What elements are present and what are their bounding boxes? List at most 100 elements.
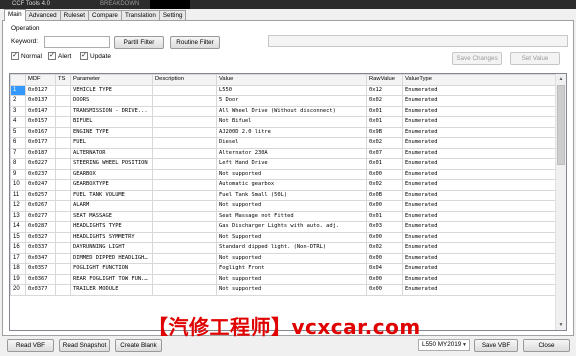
alert-checkbox[interactable]: ✓ Alert — [48, 52, 71, 60]
mdf-cell: 0x0357 — [25, 263, 56, 275]
ts-cell — [55, 158, 71, 170]
read-vbf-button[interactable]: Read VBF — [7, 339, 54, 352]
table-row[interactable]: 9 0x0237 GEARBOX Not supported 0x00 Enumerate… — [10, 168, 556, 180]
mdf-cell: 0x0367 — [25, 273, 56, 285]
ts-cell — [55, 242, 71, 254]
value-cell: Alternator 230A — [216, 147, 367, 159]
row-index: 8 — [10, 158, 26, 170]
parameter-cell: HEADLIGHTS TYPE — [70, 221, 153, 233]
mdf-cell: 0x0327 — [25, 231, 56, 243]
column-header[interactable]: Description — [152, 74, 217, 86]
column-header[interactable]: TS — [55, 74, 71, 86]
row-index: 15 — [10, 231, 26, 243]
table-row[interactable]: 6 0x0177 FUEL Diesel 0x02 Enumerated — [10, 137, 556, 149]
update-checkbox[interactable]: ✓ Update — [80, 52, 111, 60]
scroll-up-icon[interactable]: ▲ — [556, 74, 566, 84]
table-row[interactable]: 7 0x0187 ALTERNATOR Alternator 230A 0x07 Enum… — [10, 147, 556, 159]
value-cell: Not supported — [216, 200, 367, 212]
routine-filter-button[interactable]: Routine Filter — [170, 36, 220, 49]
table-row[interactable]: 12 0x0267 ALARM Not supported 0x00 Enumerated — [10, 200, 556, 212]
mdf-cell: 0x0147 — [25, 105, 56, 117]
value-type-cell: Enumerated — [402, 116, 556, 128]
row-index: 17 — [10, 252, 26, 264]
table-row[interactable]: 18 0x0357 FOGLIGHT FUNCTION Foglight Front 0… — [10, 263, 556, 275]
description-cell — [152, 116, 217, 128]
parameter-cell: TRAILER MODULE — [70, 284, 153, 296]
table-row[interactable]: 19 0x0367 REAR FOGLIGHT TOW FUN... Not supp… — [10, 273, 556, 285]
description-cell — [152, 179, 217, 191]
partial-filter-button[interactable]: PartII Filter — [114, 36, 164, 49]
create-blank-button[interactable]: Create Blank — [115, 339, 162, 352]
value-type-cell: Enumerated — [402, 105, 556, 117]
alert-check-icon: ✓ — [48, 52, 56, 60]
parameter-cell: ALARM — [70, 200, 153, 212]
value-cell: Not supported — [216, 284, 367, 296]
table-row[interactable]: 11 0x0257 FUEL TANK VOLUME Fuel Tank Small … — [10, 189, 556, 201]
raw-value-cell: 0x02 — [366, 137, 403, 149]
description-cell — [152, 95, 217, 107]
column-header[interactable]: Value — [216, 74, 367, 86]
column-header[interactable]: MDF — [25, 74, 56, 86]
table-row[interactable]: 1 0x0127 VEHICLE TYPE L550 0x12 Enumerated — [10, 84, 556, 96]
keyword-input[interactable] — [44, 36, 110, 48]
value-cell: Diesel — [216, 137, 367, 149]
value-cell: AJ200D 2.0 litre — [216, 126, 367, 138]
keyword-label: Keyword: — [11, 38, 39, 45]
table-row[interactable]: 14 0x0287 HEADLIGHTS TYPE Gas Discharger Li… — [10, 221, 556, 233]
column-header[interactable]: ValueType — [402, 74, 556, 86]
description-cell — [152, 242, 217, 254]
row-index: 16 — [10, 242, 26, 254]
vertical-scrollbar[interactable]: ▲ ▼ — [555, 74, 566, 330]
table-row[interactable]: 2 0x0137 DOORS 5 Door 0x02 Enumerated — [10, 95, 556, 107]
value-cell: Fuel Tank Small (50L) — [216, 189, 367, 201]
save-vbf-button[interactable]: Save VBF — [474, 339, 518, 352]
close-button[interactable]: Close — [523, 339, 570, 352]
ts-cell — [55, 284, 71, 296]
title-redaction — [150, 0, 190, 9]
model-select[interactable]: L550 MY2019 ▼ — [418, 339, 470, 351]
value-type-cell: Enumerated — [402, 263, 556, 275]
table-row[interactable]: 5 0x0167 ENGINE TYPE AJ200D 2.0 litre 0x9B En… — [10, 126, 556, 138]
tab-main[interactable]: Main — [4, 9, 26, 21]
column-header[interactable]: Parameter — [70, 74, 153, 86]
table-row[interactable]: 16 0x0337 DAYRUNNING LIGHT Standard dipped … — [10, 242, 556, 254]
parameter-cell: DOORS — [70, 95, 153, 107]
mdf-cell: 0x0347 — [25, 252, 56, 264]
column-header[interactable] — [10, 74, 26, 86]
description-cell — [152, 137, 217, 149]
scroll-thumb[interactable] — [557, 85, 565, 165]
mdf-cell: 0x0187 — [25, 147, 56, 159]
parameter-grid[interactable]: MDF TS Parameter Description Value RawVa… — [9, 73, 567, 331]
description-cell — [152, 231, 217, 243]
column-header[interactable]: RawValue — [366, 74, 403, 86]
value-type-cell: Enumerated — [402, 221, 556, 233]
scroll-down-icon[interactable]: ▼ — [556, 320, 566, 330]
raw-value-cell: 0x00 — [366, 252, 403, 264]
normal-checkbox[interactable]: ✓ Normal — [11, 52, 42, 60]
table-row[interactable]: 20 0x0377 TRAILER MODULE Not supported 0x00 E… — [10, 284, 556, 296]
row-index: 1 — [10, 84, 26, 96]
set-value-button[interactable]: Set Value — [510, 52, 560, 65]
parameter-cell: ALTERNATOR — [70, 147, 153, 159]
operation-label: Operation — [11, 25, 40, 32]
read-snapshot-button[interactable]: Read Snapshot — [59, 339, 110, 352]
table-row[interactable]: 15 0x0327 HEADLIGHTS SYMMETRY Not Supported… — [10, 231, 556, 243]
value-type-cell: Enumerated — [402, 273, 556, 285]
table-row[interactable]: 17 0x0347 DIMMED DIPPED HEADLIGHTS Not supp… — [10, 252, 556, 264]
save-changes-button[interactable]: Save Changes — [452, 52, 502, 65]
table-row[interactable]: 10 0x0247 GEARBOXTYPE Automatic gearbox 0x02… — [10, 179, 556, 191]
row-index: 3 — [10, 105, 26, 117]
table-row[interactable]: 4 0x0157 BIFUEL Not Bifuel 0x01 Enumerated — [10, 116, 556, 128]
table-row[interactable]: 13 0x0277 SEAT MASSAGE Seat Massage not Fit… — [10, 210, 556, 222]
ts-cell — [55, 116, 71, 128]
description-cell — [152, 273, 217, 285]
table-row[interactable]: 3 0x0147 TRANSMISSION - DRIVE... All Wheel … — [10, 105, 556, 117]
table-row[interactable]: 8 0x0227 STEERING WHEEL POSITION Left Hand … — [10, 158, 556, 170]
value-cell: Not supported — [216, 273, 367, 285]
row-index: 7 — [10, 147, 26, 159]
value-type-cell: Enumerated — [402, 95, 556, 107]
mdf-cell: 0x0127 — [25, 84, 56, 96]
parameter-cell: VEHICLE TYPE — [70, 84, 153, 96]
row-index: 19 — [10, 273, 26, 285]
value-cell: Left Hand Drive — [216, 158, 367, 170]
